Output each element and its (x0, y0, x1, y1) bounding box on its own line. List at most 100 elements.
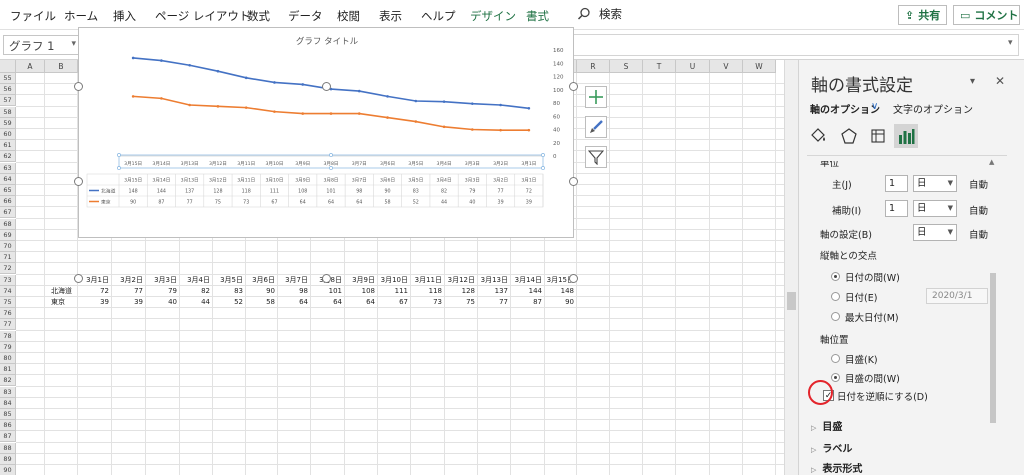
radio-between-dates[interactable] (831, 272, 840, 281)
chart-resize-handle-bl[interactable] (74, 274, 83, 283)
ribbon-tab[interactable]: ページ レイアウト (155, 8, 250, 24)
scroll-up-icon[interactable]: ▲ (989, 158, 994, 166)
value-cell[interactable]: 90 (246, 286, 275, 297)
value-cell[interactable]: 98 (278, 286, 308, 297)
row-header[interactable]: 70 (0, 241, 16, 252)
ribbon-tab[interactable]: 表示 (379, 8, 402, 24)
tab-text-options[interactable]: 文字のオプション (893, 101, 973, 116)
axis-options-tab[interactable] (894, 124, 918, 148)
value-cell[interactable]: 58 (246, 297, 275, 308)
date-cell[interactable]: 3月5日 (213, 275, 243, 286)
row-header[interactable]: 74 (0, 285, 16, 297)
row-header[interactable]: 85 (0, 409, 16, 420)
row-header[interactable]: 80 (0, 353, 16, 364)
row-header[interactable]: 66 (0, 196, 16, 208)
value-cell[interactable]: 79 (146, 286, 177, 297)
value-cell[interactable]: 118 (411, 286, 442, 297)
section-labels[interactable]: ▷ ラベル (811, 440, 852, 455)
major-auto-button[interactable]: 自動 (969, 177, 988, 191)
date-cell[interactable]: 3月12日 (445, 275, 475, 286)
chart-resize-handle-bc[interactable] (322, 274, 331, 283)
series-name-cell[interactable]: 東京 (51, 297, 81, 308)
fill-line-tab[interactable] (806, 124, 830, 148)
cross-max-date-label[interactable]: 最大日付(M) (845, 310, 899, 324)
base-auto-button[interactable]: 自動 (969, 227, 988, 241)
chart-styles-button[interactable] (585, 116, 607, 138)
value-cell[interactable]: 144 (511, 286, 542, 297)
row-header[interactable]: 59 (0, 117, 16, 129)
close-icon[interactable]: ✕ (995, 74, 1005, 88)
row-header[interactable]: 83 (0, 386, 16, 398)
name-box[interactable]: グラフ 1 ▾ (3, 35, 81, 55)
value-cell[interactable]: 108 (345, 286, 375, 297)
column-header[interactable]: W (743, 60, 776, 73)
column-header[interactable]: V (710, 60, 743, 73)
pane-options-icon[interactable]: ▾ (970, 76, 975, 87)
select-all-corner[interactable] (0, 60, 16, 73)
value-cell[interactable]: 137 (478, 286, 508, 297)
value-cell[interactable]: 73 (411, 297, 442, 308)
row-header[interactable]: 69 (0, 229, 16, 241)
row-header[interactable]: 79 (0, 341, 16, 353)
chevron-down-icon[interactable]: ∨ (871, 101, 878, 112)
row-header[interactable]: 86 (0, 420, 16, 432)
ribbon-tab[interactable]: 挿入 (113, 8, 136, 24)
row-header[interactable]: 78 (0, 330, 16, 342)
value-cell[interactable]: 52 (213, 297, 243, 308)
row-header[interactable]: 55 (0, 73, 16, 84)
row-header[interactable]: 60 (0, 129, 16, 140)
cross-date-input[interactable]: 2020/3/1 (926, 288, 988, 304)
date-cell[interactable]: 3月6日 (246, 275, 275, 286)
row-header[interactable]: 77 (0, 319, 16, 331)
value-cell[interactable]: 67 (378, 297, 408, 308)
pos-on-tick-label[interactable]: 目盛(K) (845, 352, 878, 366)
row-header[interactable]: 82 (0, 375, 16, 387)
chart-elements-button[interactable] (585, 86, 607, 108)
value-cell[interactable]: 39 (112, 297, 143, 308)
reverse-order-label[interactable]: 日付を逆順にする(D) (837, 389, 928, 403)
column-header[interactable]: R (577, 60, 610, 73)
row-header[interactable]: 68 (0, 218, 16, 230)
row-header[interactable]: 72 (0, 263, 16, 275)
row-header[interactable]: 90 (0, 465, 16, 475)
cross-date-label[interactable]: 日付(E) (845, 290, 877, 304)
minor-unit-input[interactable]: 1 (885, 200, 908, 217)
column-header[interactable]: S (610, 60, 643, 73)
section-number-format[interactable]: ▷ 表示形式 (811, 460, 862, 475)
date-cell[interactable]: 3月4日 (180, 275, 210, 286)
ribbon-tab[interactable]: ホーム (64, 8, 98, 24)
value-cell[interactable]: 77 (478, 297, 508, 308)
series-name-cell[interactable]: 北海道 (51, 286, 81, 297)
chart[interactable]: グラフ タイトル 0 20 40 60 80 100 120 140 160 3月15日 3月14日 3… (78, 27, 574, 238)
minor-auto-button[interactable]: 自動 (969, 203, 988, 217)
value-cell[interactable]: 82 (180, 286, 210, 297)
chart-resize-handle-tc[interactable] (322, 82, 331, 91)
value-cell[interactable]: 101 (311, 286, 342, 297)
date-cell[interactable]: 3月3日 (146, 275, 177, 286)
size-properties-tab[interactable] (866, 124, 890, 148)
row-header[interactable]: 56 (0, 84, 16, 96)
value-cell[interactable]: 87 (511, 297, 542, 308)
value-cell[interactable]: 83 (213, 286, 243, 297)
worksheet-scrollbar[interactable] (784, 60, 798, 475)
chart-resize-handle-mr[interactable] (569, 177, 578, 186)
row-header[interactable]: 81 (0, 364, 16, 376)
search-box[interactable]: 検索 (577, 6, 622, 22)
value-cell[interactable]: 111 (378, 286, 408, 297)
radio-max-date[interactable] (831, 312, 840, 321)
value-cell[interactable]: 148 (545, 286, 574, 297)
base-unit-select[interactable]: 日 ▼ (913, 224, 957, 241)
value-cell[interactable]: 75 (445, 297, 475, 308)
ribbon-tab[interactable]: デザイン (470, 8, 516, 24)
value-cell[interactable]: 64 (278, 297, 308, 308)
ribbon-tab[interactable]: ヘルプ (421, 8, 456, 24)
row-header[interactable]: 62 (0, 151, 16, 163)
pos-between-label[interactable]: 目盛の間(W) (845, 371, 900, 385)
value-cell[interactable]: 64 (311, 297, 342, 308)
date-cell[interactable]: 3月13日 (478, 275, 508, 286)
row-header[interactable]: 73 (0, 274, 16, 286)
scrollbar-thumb[interactable] (787, 292, 796, 310)
value-cell[interactable]: 39 (78, 297, 109, 308)
radio-cross-date[interactable] (831, 292, 840, 301)
row-header[interactable]: 87 (0, 431, 16, 443)
